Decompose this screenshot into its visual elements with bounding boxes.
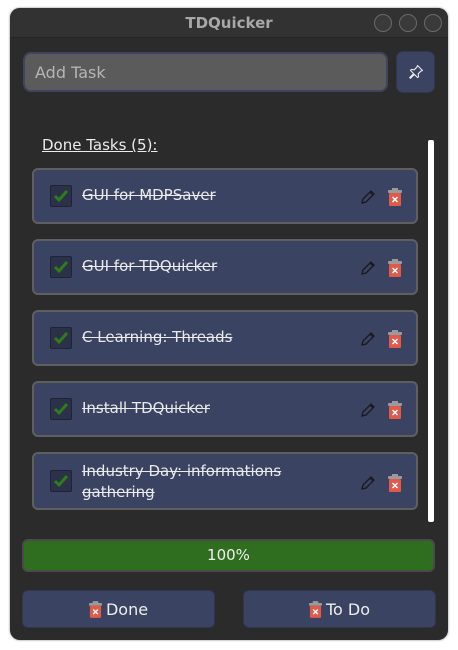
pin-button[interactable] <box>396 51 435 93</box>
todo-button-label: To Do <box>325 599 371 619</box>
task-list-scrollbar[interactable] <box>428 140 434 522</box>
task-checkbox[interactable] <box>50 470 72 492</box>
done-button-label: Done <box>105 599 149 619</box>
minimize-button[interactable] <box>374 14 392 32</box>
checkmark-icon <box>53 261 69 274</box>
app-window: TDQuicker Done Tasks (5): GUI for MDPSav… <box>10 8 448 640</box>
add-task-input[interactable] <box>23 52 388 92</box>
task-item: GUI for TDQuicker <box>32 239 418 295</box>
done-tasks-heading: Done Tasks (5): <box>42 136 158 154</box>
progress-label: 100% <box>207 546 250 564</box>
task-item: C Learning: Threads <box>32 310 418 366</box>
trash-icon[interactable] <box>388 474 402 492</box>
todo-button[interactable]: To Do <box>243 590 436 628</box>
task-text: GUI for TDQuicker <box>82 257 218 275</box>
task-item: Install TDQuicker <box>32 381 418 437</box>
checkmark-icon <box>53 190 69 203</box>
edit-icon[interactable] <box>360 189 376 205</box>
trash-icon <box>88 600 102 618</box>
task-checkbox[interactable] <box>50 327 72 349</box>
progress-bar: 100% <box>22 539 435 572</box>
close-button[interactable] <box>424 14 442 32</box>
edit-icon[interactable] <box>360 402 376 418</box>
trash-icon[interactable] <box>388 330 402 348</box>
trash-icon[interactable] <box>388 401 402 419</box>
task-text: Industry Day: informations gathering <box>82 462 282 501</box>
checkmark-icon <box>53 475 69 488</box>
task-checkbox[interactable] <box>50 185 72 207</box>
edit-icon[interactable] <box>360 475 376 491</box>
task-item: Industry Day: informations gathering <box>32 452 418 510</box>
title-bar[interactable]: TDQuicker <box>10 8 448 38</box>
trash-icon[interactable] <box>388 259 402 277</box>
pin-icon <box>408 64 423 79</box>
task-checkbox[interactable] <box>50 398 72 420</box>
done-button[interactable]: Done <box>22 590 215 628</box>
task-checkbox[interactable] <box>50 256 72 278</box>
task-text: Install TDQuicker <box>82 399 210 417</box>
edit-icon[interactable] <box>360 260 376 276</box>
task-text: C Learning: Threads <box>82 328 233 346</box>
task-text: GUI for MDPSaver <box>82 186 216 204</box>
trash-icon <box>308 600 322 618</box>
edit-icon[interactable] <box>360 331 376 347</box>
trash-icon[interactable] <box>388 188 402 206</box>
checkmark-icon <box>53 403 69 416</box>
checkmark-icon <box>53 332 69 345</box>
task-item: GUI for MDPSaver <box>32 168 418 224</box>
maximize-button[interactable] <box>399 14 417 32</box>
